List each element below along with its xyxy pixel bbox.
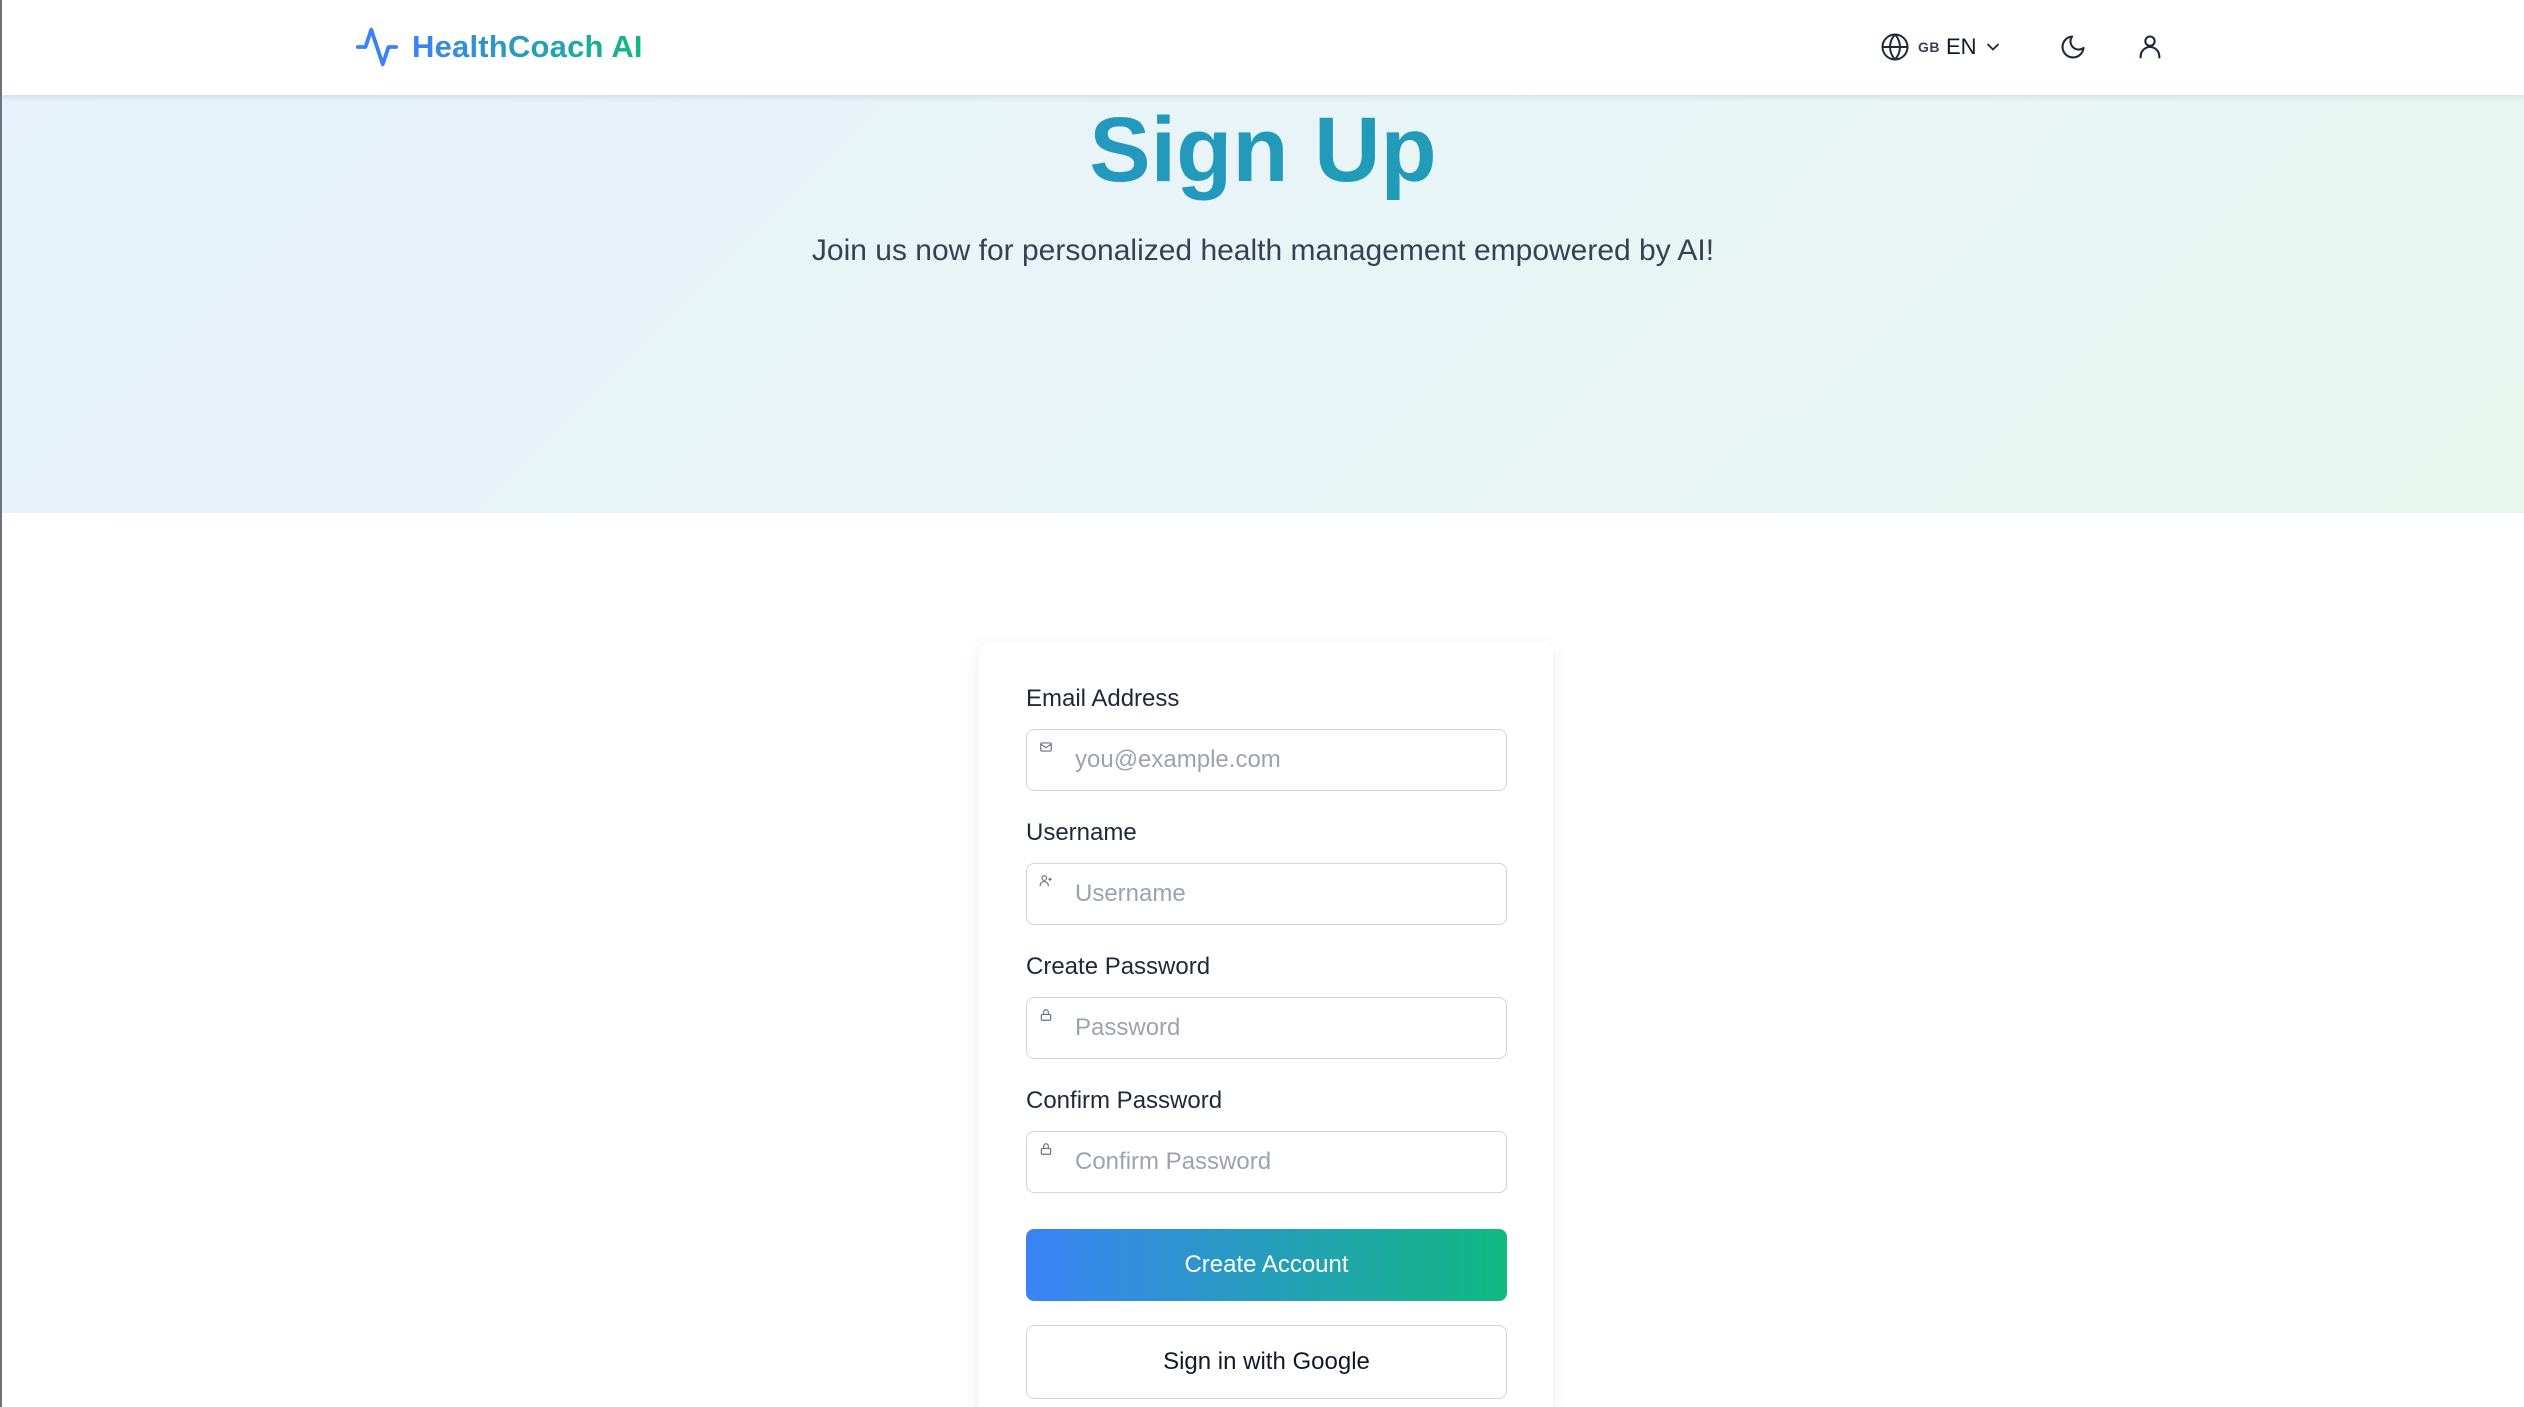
- confirm-password-field-wrapper: [1026, 1131, 1507, 1193]
- password-field[interactable]: [1027, 998, 1506, 1058]
- email-field-wrapper: [1026, 729, 1507, 791]
- signup-form-card: Email Address Username Create Password: [979, 642, 1553, 1407]
- page-title: Sign Up: [2, 98, 2524, 202]
- confirm-password-label: Confirm Password: [1026, 1087, 1223, 1114]
- username-field-wrapper: [1026, 863, 1507, 925]
- account-button[interactable]: [2132, 29, 2168, 65]
- moon-icon: [2061, 35, 2085, 59]
- brand-name: HealthCoach AI: [412, 29, 643, 64]
- create-account-button[interactable]: Create Account: [1026, 1229, 1507, 1301]
- activity-pulse-icon: [355, 27, 399, 67]
- page: Sign Up Join us now for personalized hea…: [0, 0, 2524, 1407]
- email-field[interactable]: [1027, 730, 1506, 790]
- language-code: EN: [1946, 34, 1977, 59]
- globe-icon: [1881, 33, 1909, 61]
- username-field[interactable]: [1027, 864, 1506, 924]
- language-flag: GB: [1918, 39, 1940, 55]
- username-label: Username: [1026, 819, 1137, 846]
- email-label: Email Address: [1026, 685, 1180, 712]
- brand-logo-link[interactable]: HealthCoach AI: [354, 24, 643, 70]
- confirm-password-field[interactable]: [1027, 1132, 1506, 1192]
- theme-toggle-button[interactable]: [2055, 29, 2091, 65]
- user-icon: [2139, 35, 2161, 59]
- google-signin-button[interactable]: Sign in with Google: [1026, 1325, 1507, 1399]
- top-navbar: HealthCoach AI GB EN: [2, 0, 2524, 95]
- password-field-wrapper: [1026, 997, 1507, 1059]
- language-selector[interactable]: GB EN: [1880, 29, 2003, 65]
- chevron-down-icon: [1986, 43, 1999, 51]
- page-subtitle: Join us now for personalized health mana…: [811, 234, 1715, 267]
- password-label: Create Password: [1026, 953, 1211, 980]
